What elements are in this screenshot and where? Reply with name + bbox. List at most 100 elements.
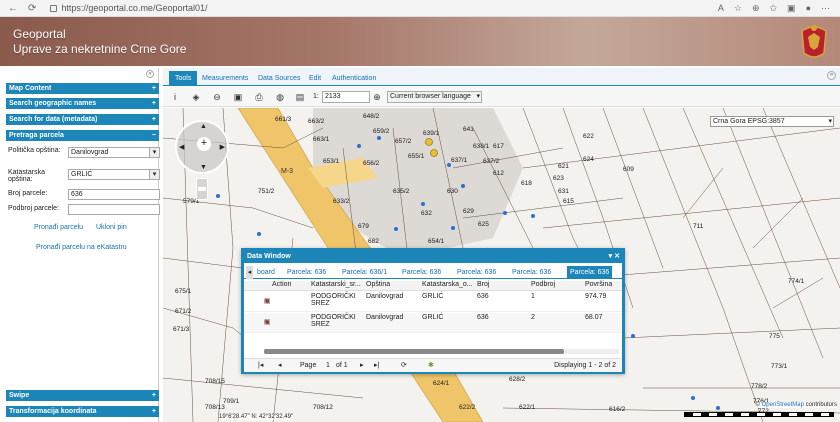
cell-opstina: Danilovgrad [366,293,404,300]
section-map-content[interactable]: Map Content + [6,83,159,94]
expand-icon: + [151,85,156,92]
pan-up-icon[interactable]: ▲ [200,123,207,130]
favorite-icon[interactable]: ☆ [734,3,742,14]
municipality-select[interactable]: Danilovgrad [68,147,160,158]
collapse-panel-icon[interactable]: « [146,70,154,78]
first-page-icon[interactable]: |◂ [258,359,263,373]
table-row[interactable]: ▣ ✕ ⌕ PODGORIČKI SREZ Danilovgrad GRLIĆ 63… [244,292,622,312]
zoom-slider[interactable] [196,178,208,200]
scrollbar-thumb[interactable] [264,349,564,354]
cell-katastarski-srez: PODGORIČKI SREZ [311,314,356,328]
parcel-label: 623 [553,175,564,182]
section-label: Search for data (metadata) [9,116,98,123]
tab-parcela-4[interactable]: Parcela: 636 [454,266,499,279]
pan-left-icon[interactable]: ◀ [179,143,184,151]
data-window-titlebar[interactable]: Data Window ▾ ✕ [244,251,622,263]
collections-icon[interactable]: ▣ [787,3,796,14]
horizontal-scrollbar[interactable] [264,349,619,354]
reader-icon[interactable]: A [718,3,724,14]
zoom-to-icon[interactable]: ⌕ [264,318,268,326]
tab-parcela-5[interactable]: Parcela: 636 [509,266,554,279]
parcel-label: 618 [521,180,532,187]
prev-page-icon[interactable]: ◂ [278,359,282,373]
subparcel-input[interactable] [68,204,160,215]
last-page-icon[interactable]: ▸| [374,359,379,373]
pan-down-icon[interactable]: ▼ [200,164,207,171]
tab-parcela-active[interactable]: Parcela: 636 [567,266,613,279]
language-select[interactable]: Current browser language ▾ [387,91,482,103]
tab-data-sources[interactable]: Data Sources [252,71,306,86]
col-povrsina[interactable]: Površina [585,281,612,288]
parcel-label: 708/12 [313,404,333,411]
pan-right-icon[interactable]: ▶ [220,143,225,151]
tab-parcela-2[interactable]: Parcela: 636/1 [339,266,390,279]
scale-input[interactable]: 2133 [322,91,370,103]
data-window[interactable]: Data Window ▾ ✕ ◂ board Parcela: 636 Par… [241,248,625,374]
left-panel: « Map Content + Search geographic names … [4,68,160,422]
osm-link[interactable]: OpenStreetMap [762,402,804,408]
zoom-slider-handle[interactable] [198,187,206,191]
more-icon[interactable]: ⋯ [821,3,830,14]
parcel-label: 625 [478,221,489,228]
section-swipe[interactable]: Swipe + [6,390,159,401]
cadastral-row: Katastarska opština: GRLIĆ [8,167,160,187]
map-toolbar: i ◈ ⊖ ▣ ⎙ ◍ ▤ 1: 2133 ⊕ Current browser … [163,87,840,107]
table-row[interactable]: ▣ ✕ ⌕ PODGORIČKI SREZ Danilovgrad GRLIĆ 63… [244,313,622,333]
section-search-geographic-names[interactable]: Search geographic names + [6,98,159,109]
page-number[interactable]: 1 [326,359,330,373]
cell-katastarski-srez: PODGORIČKI SREZ [311,293,356,307]
tab-parcela-1[interactable]: Parcela: 636 [284,266,329,279]
zoom-to-icon[interactable]: ⌕ [264,297,268,305]
page-label: Page [300,362,317,369]
col-action[interactable]: Action [272,281,291,288]
export-excel-icon[interactable]: ✱ [428,359,434,373]
profile-icon[interactable]: ● [806,3,811,14]
data-window-controls[interactable]: ▾ ✕ [609,251,620,263]
tab-parcela-3[interactable]: Parcela: 636 [399,266,444,279]
tab-edit[interactable]: Edit [303,71,327,86]
pan-control[interactable]: ▲ ▼ ◀ ▶ + [175,120,229,174]
zoom-box-icon[interactable]: ⊖ [211,91,223,103]
refresh-icon[interactable]: ⟳ [28,3,36,14]
zoom-in-button[interactable]: + [197,137,211,151]
col-broj[interactable]: Broj [477,281,489,288]
find-on-ekatastar-link[interactable]: Pronađi parcelu na eKatastru [36,244,127,251]
tab-authentication[interactable]: Authentication [326,71,382,86]
section-label: Search geographic names [9,100,97,107]
image-export-icon[interactable]: ▤ [294,91,306,103]
zoom-to-scale-icon[interactable]: ⊕ [371,91,383,103]
collapse-tabs-icon[interactable]: » [827,71,836,80]
parcel-label: 778/2 [751,383,768,390]
navigate-icon[interactable]: ◈ [190,91,202,103]
section-search-metadata[interactable]: Search for data (metadata) + [6,114,159,125]
tab-measurements[interactable]: Measurements [196,71,254,86]
section-pretraga-parcela[interactable]: Pretraga parcela − [6,130,159,141]
refresh-icon[interactable]: ⟳ [401,359,407,373]
col-katastarska-opstina[interactable]: Katastarska_o... [422,281,473,288]
next-page-icon[interactable]: ▸ [360,359,364,373]
tab-partial[interactable]: board [254,266,278,279]
cadastral-select[interactable]: GRLIĆ [68,169,160,180]
extensions-icon[interactable]: ⊕ [752,3,760,14]
col-podbroj[interactable]: Podbroj [531,281,555,288]
tabs-scroll-left-icon[interactable]: ◂ [246,266,253,279]
save-icon[interactable]: ▣ [232,91,244,103]
section-transformacija-koordinata[interactable]: Transformacija koordinata + [6,406,159,417]
expand-icon: + [151,116,156,123]
globe-icon[interactable]: ◍ [274,91,286,103]
col-opstina[interactable]: Opština [366,281,390,288]
info-icon[interactable]: i [169,91,181,103]
parcel-number-input[interactable]: 636 [68,189,160,200]
tab-tools[interactable]: Tools [169,71,198,86]
address-bar[interactable]: https://geoportal.co.me/Geoportal01/ [50,3,207,13]
subparcel-row: Podbroj parcele: [8,203,160,217]
remove-pin-link[interactable]: Ukloni pin [96,224,127,231]
site-title: Geoportal [13,27,66,41]
projection-select[interactable]: Crna Gora EPSG:3857 ▾ [710,116,834,127]
print-icon[interactable]: ⎙ [253,91,265,103]
find-parcel-link[interactable]: Pronađi parcelu [34,224,83,231]
back-icon[interactable]: ← [8,3,18,14]
col-katastarski-srez[interactable]: Katastarski_sr... [311,281,361,288]
favorites-bar-icon[interactable]: ✩ [770,3,778,14]
lock-icon [50,4,58,12]
